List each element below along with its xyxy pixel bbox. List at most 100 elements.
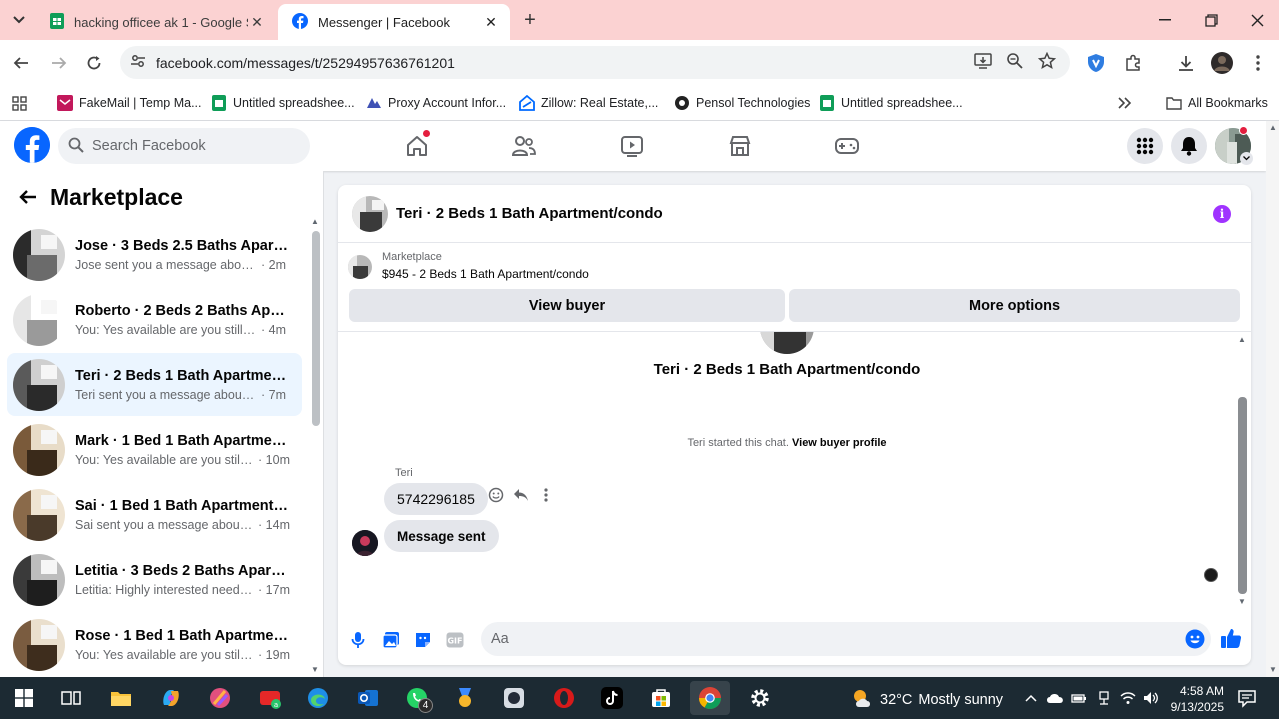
- scroll-up-arrow-icon[interactable]: ▲: [1238, 335, 1246, 344]
- zoom-icon[interactable]: [1006, 52, 1024, 73]
- emoji-icon[interactable]: [1185, 629, 1205, 649]
- conversation-item[interactable]: Letitia · 3 Beds 2 Baths Apartme... Letit…: [7, 548, 302, 611]
- conversation-item[interactable]: Jose · 3 Beds 2.5 Baths Apartme... Jose s…: [7, 223, 302, 286]
- message-input-box[interactable]: [481, 622, 1211, 656]
- message-input[interactable]: [491, 631, 1151, 647]
- all-bookmarks[interactable]: All Bookmarks: [1166, 92, 1268, 114]
- search-input[interactable]: [92, 138, 292, 154]
- conversation-item[interactable]: Rose · 1 Bed 1 Bath Apartment/c... You: Y…: [7, 613, 302, 676]
- edge-browser-icon[interactable]: [298, 681, 338, 715]
- new-tab-icon[interactable]: +: [518, 9, 542, 31]
- scroll-down-arrow-icon[interactable]: ▼: [1238, 597, 1246, 606]
- chevron-up-icon[interactable]: [1022, 689, 1040, 707]
- address-bar[interactable]: facebook.com/messages/t/2529495763676120…: [120, 46, 1070, 79]
- chat-scrollbar[interactable]: [1238, 397, 1247, 594]
- view-buyer-button[interactable]: View buyer: [349, 289, 785, 322]
- extensions-puzzle-icon[interactable]: [1120, 50, 1146, 76]
- conversation-item[interactable]: Roberto · 2 Beds 2 Baths Apart... You: Ye…: [7, 288, 302, 351]
- medal-app-icon[interactable]: [445, 681, 485, 715]
- more-vertical-icon[interactable]: [538, 487, 554, 503]
- message-bubble[interactable]: Message sent: [384, 520, 499, 552]
- microphone-icon[interactable]: [347, 629, 369, 651]
- conversation-item[interactable]: Teri · 2 Beds 1 Bath Apartment/c... Teri …: [7, 353, 302, 416]
- chrome-browser-icon[interactable]: [690, 681, 730, 715]
- page-scrollbar[interactable]: ▲ ▼: [1266, 121, 1279, 677]
- outlook-icon[interactable]: [348, 681, 388, 715]
- reload-icon[interactable]: [81, 50, 107, 76]
- bookmark-zillow[interactable]: Zillow: Real Estate,...: [519, 92, 658, 114]
- scroll-up-arrow-icon[interactable]: ▲: [1269, 123, 1277, 132]
- battery-icon[interactable]: [1070, 689, 1088, 707]
- file-explorer-icon[interactable]: [101, 681, 141, 715]
- wifi-icon[interactable]: [1119, 689, 1137, 707]
- reply-arrow-icon[interactable]: [513, 487, 529, 503]
- settings-gear-icon[interactable]: [740, 681, 780, 715]
- network-adapter-icon[interactable]: [1095, 689, 1113, 707]
- friends-nav-icon[interactable]: [509, 132, 539, 160]
- chat-title[interactable]: Teri · 2 Beds 1 Bath Apartment/condo: [396, 205, 663, 222]
- notifications-bell-icon[interactable]: [1171, 128, 1207, 164]
- install-app-icon[interactable]: [974, 52, 992, 73]
- tiktok-icon[interactable]: [592, 681, 632, 715]
- more-bookmarks-icon[interactable]: [1118, 92, 1132, 114]
- forward-arrow-icon[interactable]: [46, 50, 72, 76]
- notification-center-icon[interactable]: [1237, 688, 1257, 708]
- app-icon-dark[interactable]: [494, 681, 534, 715]
- onedrive-cloud-icon[interactable]: [1046, 689, 1064, 707]
- windows-start-icon[interactable]: [4, 681, 44, 715]
- view-buyer-profile-link[interactable]: View buyer profile: [792, 437, 887, 449]
- copilot-icon[interactable]: [151, 681, 191, 715]
- home-nav-icon[interactable]: [402, 129, 432, 160]
- system-clock[interactable]: 4:58 AM 9/13/2025: [1162, 683, 1224, 715]
- bookmark-proxy[interactable]: Proxy Account Infor...: [366, 92, 506, 114]
- photo-icon[interactable]: [380, 629, 402, 651]
- restore-icon[interactable]: [1198, 8, 1224, 32]
- sidebar-scrollbar[interactable]: [312, 231, 320, 426]
- microsoft-store-icon[interactable]: [641, 681, 681, 715]
- app-icon-red[interactable]: a: [250, 681, 290, 715]
- chevron-down-icon[interactable]: [1240, 152, 1253, 165]
- downloads-icon[interactable]: [1173, 50, 1199, 76]
- profile-avatar-icon[interactable]: [1209, 50, 1235, 76]
- conversation-item[interactable]: Mark · 1 Bed 1 Bath Apartment/... You: Ye…: [7, 418, 302, 481]
- gaming-nav-icon[interactable]: [832, 132, 862, 160]
- tab-close-icon[interactable]: ✕: [248, 13, 266, 31]
- account-avatar[interactable]: [1215, 126, 1253, 165]
- marketplace-nav-icon[interactable]: [725, 132, 755, 160]
- tab-close-icon[interactable]: ✕: [482, 13, 500, 31]
- app-icon-purple[interactable]: [200, 681, 240, 715]
- react-smiley-icon[interactable]: [488, 487, 504, 503]
- browser-menu-icon[interactable]: [1245, 50, 1271, 76]
- task-view-icon[interactable]: [51, 681, 91, 715]
- menu-grid-icon[interactable]: [1127, 128, 1163, 164]
- message-bubble[interactable]: 5742296185: [384, 483, 488, 515]
- info-icon[interactable]: i: [1213, 205, 1231, 223]
- facebook-logo-icon[interactable]: [14, 127, 50, 163]
- minimize-icon[interactable]: [1152, 8, 1178, 32]
- bookmark-fakemail[interactable]: FakeMail | Temp Ma...: [57, 92, 202, 114]
- back-arrow-icon[interactable]: [14, 183, 42, 211]
- bookmark-spreadsheet-1[interactable]: Untitled spreadshee...: [211, 92, 355, 114]
- sticker-icon[interactable]: [412, 629, 434, 651]
- opera-icon[interactable]: [544, 681, 584, 715]
- tab-messenger[interactable]: Messenger | Facebook ✕: [278, 4, 510, 40]
- tab-google-sheets[interactable]: hacking officee ak 1 - Google Sl ✕: [36, 4, 276, 40]
- sender-avatar[interactable]: [352, 530, 378, 556]
- weather-widget[interactable]: 32°C Mostly sunny: [850, 687, 1003, 713]
- scroll-up-arrow-icon[interactable]: ▲: [311, 217, 319, 226]
- scroll-down-arrow-icon[interactable]: ▼: [1269, 665, 1277, 674]
- gif-icon[interactable]: GIF: [444, 629, 466, 651]
- bookmark-star-icon[interactable]: [1037, 51, 1057, 73]
- facebook-search[interactable]: [58, 128, 310, 164]
- video-nav-icon[interactable]: [617, 132, 647, 160]
- conversation-item[interactable]: Sai · 1 Bed 1 Bath Apartment/co... Sai se…: [7, 483, 302, 546]
- chat-listing-avatar[interactable]: [352, 195, 388, 232]
- vpn-shield-icon[interactable]: [1083, 50, 1109, 76]
- whatsapp-icon[interactable]: 4: [397, 681, 437, 715]
- close-window-icon[interactable]: [1244, 8, 1270, 32]
- tab-search-dropdown-icon[interactable]: [8, 9, 30, 31]
- apps-grid-icon[interactable]: [12, 92, 27, 114]
- bookmark-pensol[interactable]: Pensol Technologies: [674, 92, 810, 114]
- more-options-button[interactable]: More options: [789, 289, 1240, 322]
- listing-summary[interactable]: Marketplace $945 - 2 Beds 1 Bath Apartme…: [348, 251, 589, 281]
